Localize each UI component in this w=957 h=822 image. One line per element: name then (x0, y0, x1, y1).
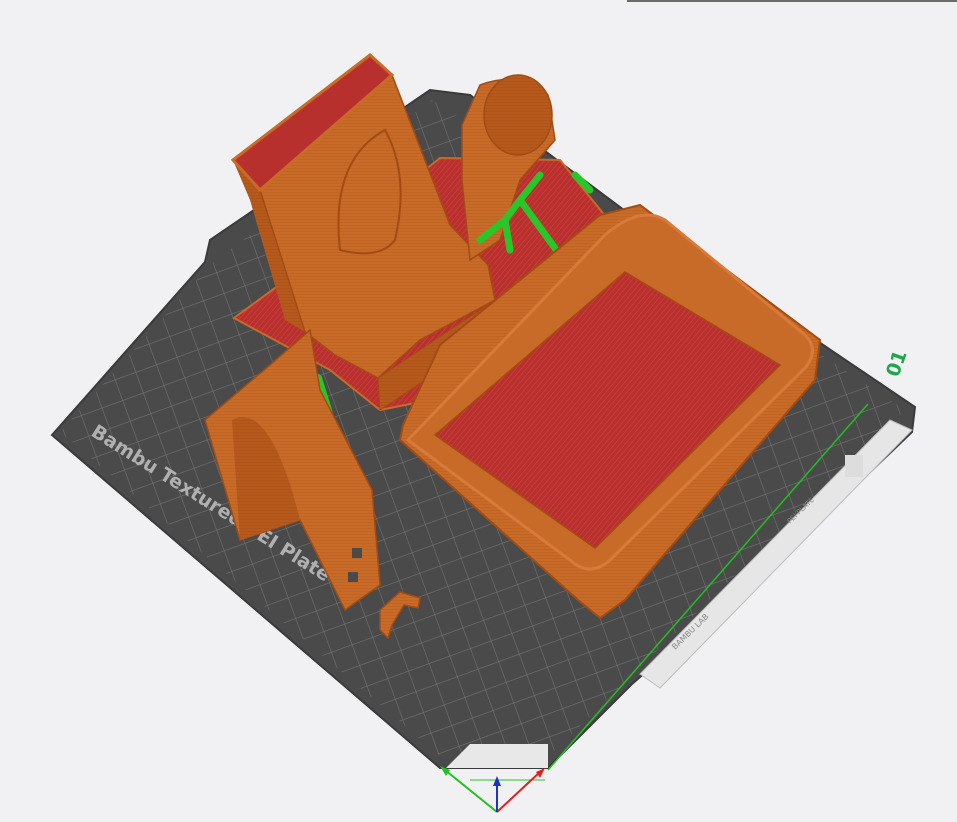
bed-handle-icon (845, 455, 863, 477)
plate-number: 01 (882, 347, 912, 379)
bracket-hole-1 (352, 548, 362, 558)
3d-viewport[interactable]: Bambu Textured PEI Plate 01 BAMBU LAB PE… (0, 0, 957, 822)
bracket-hole-2 (348, 572, 358, 582)
axis-gizmo-icon (440, 766, 545, 813)
round-holder-cap (483, 74, 553, 156)
